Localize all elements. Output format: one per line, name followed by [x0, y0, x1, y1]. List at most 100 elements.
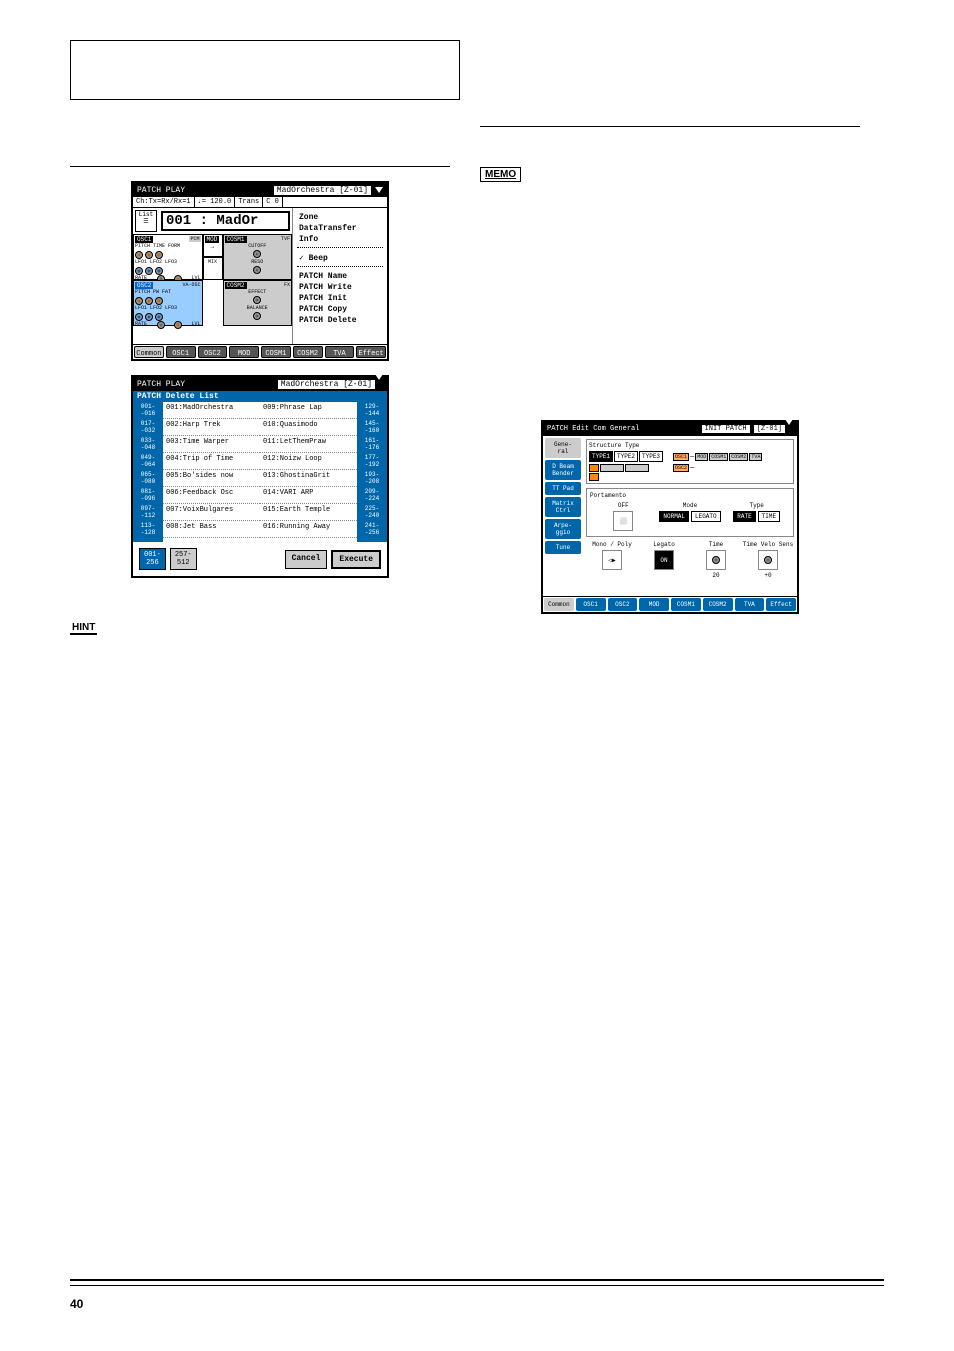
knob-icon[interactable] — [253, 266, 261, 274]
list-item[interactable]: 010:Quasimodo — [260, 419, 357, 436]
range-button[interactable]: 017--032 — [133, 419, 163, 436]
tvs-knob[interactable] — [758, 550, 778, 570]
range-257-512-button[interactable]: 257-512 — [170, 548, 197, 570]
menu-datatransfer[interactable]: DataTransfer — [297, 223, 383, 234]
struct-type1[interactable]: TYPE1 — [589, 451, 613, 462]
range-button[interactable]: 241--256 — [357, 521, 387, 538]
menu-patch-init[interactable]: PATCH Init — [297, 293, 383, 304]
list-item[interactable]: 009:Phrase Lap — [260, 402, 357, 419]
knob-icon[interactable] — [155, 267, 163, 275]
knob-icon[interactable] — [135, 251, 143, 259]
range-button[interactable]: 193--208 — [357, 470, 387, 487]
knob-icon[interactable] — [253, 296, 261, 304]
list-item[interactable]: 005:Bo'sides now — [163, 470, 260, 487]
tab-cosm1[interactable]: COSM1 — [261, 346, 291, 358]
tab-mod[interactable]: MOD — [639, 598, 669, 611]
knob-icon[interactable] — [145, 251, 153, 259]
menu-patch-write[interactable]: PATCH Write — [297, 282, 383, 293]
legato-on-indicator[interactable]: ON — [654, 550, 674, 570]
knob-icon[interactable] — [145, 313, 153, 321]
monopoly-control[interactable]: ◁▶ — [602, 550, 622, 570]
menu-patch-copy[interactable]: PATCH Copy — [297, 304, 383, 315]
tab-effect[interactable]: Effect — [356, 346, 386, 358]
list-item[interactable]: 003:Time Warper — [163, 436, 260, 453]
mod-box[interactable]: MOD → — [203, 234, 223, 257]
type-time-button[interactable]: TIME — [758, 511, 780, 522]
list-item[interactable]: 014:VARI ARP — [260, 487, 357, 504]
osc2-box[interactable]: OSC2 VA-OSC PITCH PW FAT LFO1 LFO2 LFO3 … — [133, 280, 203, 326]
list-item[interactable]: 001:MadOrchestra — [163, 402, 260, 419]
tab-cosm1[interactable]: COSM1 — [671, 598, 701, 611]
list-item[interactable]: 013:GhostinaGrit — [260, 470, 357, 487]
list-item[interactable]: 007:VoixBulgares — [163, 504, 260, 521]
dropdown-icon[interactable] — [375, 374, 383, 389]
knob-icon[interactable] — [155, 251, 163, 259]
struct-type3[interactable]: TYPE3 — [639, 451, 663, 462]
knob-icon[interactable] — [135, 313, 143, 321]
side-matrix[interactable]: MatrixCtrl — [545, 497, 581, 517]
knob-icon[interactable] — [253, 312, 261, 320]
side-tune[interactable]: Tune — [545, 541, 581, 554]
mode-normal-button[interactable]: NORMAL — [659, 511, 689, 522]
range-button[interactable]: 177--192 — [357, 453, 387, 470]
tab-mod[interactable]: MOD — [229, 346, 259, 358]
menu-patch-delete[interactable]: PATCH Delete — [297, 315, 383, 326]
list-item[interactable]: 002:Harp Trek — [163, 419, 260, 436]
cosm1-box[interactable]: COSM1 TVF CUTOFF RESO — [223, 234, 293, 280]
range-1-256-button[interactable]: 001-256 — [139, 548, 166, 570]
list-item[interactable]: 015:Earth Temple — [260, 504, 357, 521]
list-item[interactable]: 011:LetThemPraw — [260, 436, 357, 453]
list-item[interactable]: 016:Running Away — [260, 521, 357, 538]
side-dbeam[interactable]: D BeamBender — [545, 460, 581, 480]
knob-icon[interactable] — [155, 297, 163, 305]
range-button[interactable]: 081--096 — [133, 487, 163, 504]
range-button[interactable]: 097--112 — [133, 504, 163, 521]
list-item[interactable]: 008:Jet Bass — [163, 521, 260, 538]
tab-osc2[interactable]: OSC2 — [198, 346, 228, 358]
tab-tva[interactable]: TVA — [325, 346, 355, 358]
tab-common[interactable]: Common — [134, 346, 164, 358]
range-button[interactable]: 049--064 — [133, 453, 163, 470]
menu-beep[interactable]: ✓ Beep — [297, 252, 383, 264]
mode-legato-button[interactable]: LEGATO — [691, 511, 721, 522]
range-button[interactable]: 065--080 — [133, 470, 163, 487]
side-ttpad[interactable]: TT Pad — [545, 482, 581, 495]
menu-patch-name[interactable]: PATCH Name — [297, 271, 383, 282]
side-arpeggio[interactable]: Arpe-ggio — [545, 519, 581, 539]
tab-osc1[interactable]: OSC1 — [576, 598, 606, 611]
type-rate-button[interactable]: RATE — [733, 511, 755, 522]
tab-osc1[interactable]: OSC1 — [166, 346, 196, 358]
osc1-box[interactable]: OSC1 PCM PITCH TIME FORM LFO1 LFO2 LFO3 … — [133, 234, 203, 280]
mix-box[interactable]: MIX — [203, 257, 223, 280]
range-button[interactable]: 161--176 — [357, 436, 387, 453]
cosm2-box[interactable]: COSM2 FX EFFECT BALANCE — [223, 280, 293, 326]
side-general[interactable]: Gene-ral — [545, 438, 581, 458]
tab-common[interactable]: Common — [544, 598, 574, 611]
tab-effect[interactable]: Effect — [766, 598, 796, 611]
list-item[interactable]: 012:Noizw Loop — [260, 453, 357, 470]
list-item[interactable]: 004:Trip of Time — [163, 453, 260, 470]
tab-osc2[interactable]: OSC2 — [608, 598, 638, 611]
menu-zone[interactable]: Zone — [297, 212, 383, 223]
struct-type2[interactable]: TYPE2 — [614, 451, 638, 462]
knob-icon[interactable] — [145, 297, 153, 305]
knob-icon[interactable] — [155, 313, 163, 321]
list-icon[interactable]: List☰ — [135, 210, 157, 232]
knob-icon[interactable] — [135, 267, 143, 275]
knob-icon[interactable] — [157, 321, 165, 329]
range-button[interactable]: 113--128 — [133, 521, 163, 538]
range-button[interactable]: 145--160 — [357, 419, 387, 436]
dropdown-icon[interactable] — [785, 419, 793, 433]
list-item[interactable]: 006:Feedback Osc — [163, 487, 260, 504]
knob-icon[interactable] — [174, 321, 182, 329]
cancel-button[interactable]: Cancel — [285, 550, 328, 569]
range-button[interactable]: 209--224 — [357, 487, 387, 504]
execute-button[interactable]: Execute — [331, 550, 381, 569]
tab-tva[interactable]: TVA — [735, 598, 765, 611]
range-button[interactable]: 225--240 — [357, 504, 387, 521]
knob-icon[interactable] — [253, 250, 261, 258]
range-button[interactable]: 129--144 — [357, 402, 387, 419]
range-button[interactable]: 001--016 — [133, 402, 163, 419]
range-button[interactable]: 033--048 — [133, 436, 163, 453]
menu-info[interactable]: Info — [297, 234, 383, 245]
